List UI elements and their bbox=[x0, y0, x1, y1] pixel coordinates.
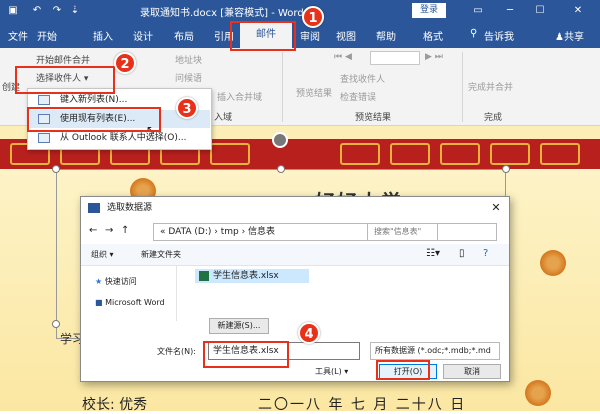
document-date: 二〇一八 年 七 月 二十八 日 bbox=[258, 397, 467, 413]
tab-home[interactable]: 开始 bbox=[37, 28, 57, 43]
tab-help[interactable]: 帮助 bbox=[376, 28, 396, 43]
resize-handle[interactable] bbox=[52, 320, 60, 328]
resize-handle[interactable] bbox=[502, 165, 510, 173]
flower-icon bbox=[540, 250, 566, 276]
finish-merge-button[interactable]: 完成并合并 bbox=[468, 80, 513, 93]
band-ornament bbox=[210, 143, 250, 165]
dialog-toolbar: 组织 ▾ 新建文件夹 ☷▾ ▯ ? bbox=[81, 244, 509, 266]
first-record-icon[interactable]: ⏮ ◀ bbox=[334, 52, 352, 62]
callout-badge: 4 bbox=[298, 322, 320, 344]
insert-merge-field-button[interactable]: 插入合并域 bbox=[217, 90, 262, 103]
highlight-select-recipients bbox=[15, 66, 115, 94]
window-title: 录取通知书.docx [兼容模式] - Word bbox=[140, 8, 304, 19]
band-ornament bbox=[340, 143, 380, 165]
address-path: « DATA (D:) › tmp › 信息表 bbox=[160, 227, 276, 237]
share-label: 共享 bbox=[563, 32, 584, 43]
resize-handle[interactable] bbox=[52, 165, 60, 173]
finish-group-label: 完成 bbox=[484, 113, 503, 123]
ribbon-options-icon[interactable]: ▭ bbox=[468, 3, 488, 19]
close-icon[interactable]: ✕ bbox=[568, 3, 588, 19]
menu-item-label: 从 Outlook 联系人中选择(O)... bbox=[60, 133, 187, 143]
redo-icon[interactable]: ↷ bbox=[50, 4, 64, 18]
organize-button[interactable]: 组织 ▾ bbox=[91, 249, 114, 260]
ribbon-tabs: 文件 开始 插入 设计 布局 引用 审阅 视图 帮助 格式 ⚲ 告诉我 ♟共享 bbox=[0, 22, 600, 48]
record-number-input[interactable] bbox=[370, 51, 420, 65]
next-record-icon[interactable]: ▶ ⏭ bbox=[425, 52, 443, 62]
forward-icon[interactable]: → bbox=[105, 225, 113, 236]
preview-results-button[interactable]: 预览结果 bbox=[296, 86, 332, 99]
dialog-title-bar: 选取数据源 ✕ bbox=[81, 197, 509, 219]
band-ornament bbox=[440, 143, 480, 165]
excel-icon bbox=[199, 271, 209, 281]
highlight-open-button bbox=[376, 360, 430, 380]
file-item[interactable]: 学生信息表.xlsx bbox=[195, 269, 309, 283]
up-icon[interactable]: ↑ bbox=[121, 225, 129, 236]
flower-icon bbox=[525, 380, 551, 406]
new-source-button[interactable]: 新建源(S)... bbox=[209, 318, 269, 334]
title-bar: ▣ ↶ ↷ ⇣ 录取通知书.docx [兼容模式] - Word 登录 ▭ ─ … bbox=[0, 0, 600, 22]
word-icon bbox=[88, 203, 100, 213]
close-icon[interactable]: ✕ bbox=[489, 201, 503, 215]
tab-design[interactable]: 设计 bbox=[133, 28, 153, 43]
filename-label: 文件名(N): bbox=[157, 347, 196, 356]
outlook-icon bbox=[38, 133, 50, 143]
tab-view[interactable]: 视图 bbox=[336, 28, 356, 43]
help-icon[interactable]: ? bbox=[483, 248, 488, 259]
greeting-line-button[interactable]: 问候语 bbox=[175, 71, 202, 84]
tell-me-search[interactable]: 告诉我 bbox=[484, 28, 514, 43]
dialog-title: 选取数据源 bbox=[107, 203, 153, 213]
view-options-icon[interactable]: ☷▾ bbox=[426, 248, 440, 259]
menu-item-label: 键入新列表(N)... bbox=[60, 95, 128, 105]
ribbon-separator bbox=[462, 52, 463, 122]
minimize-icon[interactable]: ─ bbox=[500, 3, 520, 19]
search-input[interactable]: 搜索"信息表" bbox=[367, 223, 497, 241]
login-button[interactable]: 登录 bbox=[412, 3, 446, 18]
resize-handle[interactable] bbox=[277, 165, 285, 173]
cancel-button[interactable]: 取消 bbox=[443, 364, 501, 379]
nav-item-quick-access[interactable]: ★ 快速访问 bbox=[95, 276, 137, 287]
tab-review[interactable]: 审阅 bbox=[300, 28, 320, 43]
rotate-handle-icon[interactable] bbox=[272, 132, 288, 148]
tab-layout[interactable]: 布局 bbox=[174, 28, 194, 43]
nav-label: Microsoft Word bbox=[105, 298, 165, 307]
new-folder-button[interactable]: 新建文件夹 bbox=[141, 249, 181, 260]
select-data-source-dialog: 选取数据源 ✕ ← → ↑ « DATA (D:) › tmp › 信息表 搜索… bbox=[80, 196, 510, 382]
maximize-icon[interactable]: ☐ bbox=[530, 3, 550, 19]
callout-badge: 2 bbox=[114, 52, 136, 74]
preview-group-label: 预览结果 bbox=[355, 113, 392, 123]
callout-badge: 1 bbox=[302, 6, 324, 28]
share-button[interactable]: ♟共享 bbox=[555, 28, 584, 43]
find-recipient-button[interactable]: 查找收件人 bbox=[340, 72, 385, 85]
highlight-mailings-tab bbox=[230, 21, 296, 51]
principal-signature: 校长: 优秀 bbox=[82, 397, 148, 413]
back-icon[interactable]: ← bbox=[89, 225, 97, 236]
band-ornament bbox=[540, 143, 580, 165]
preview-pane-icon[interactable]: ▯ bbox=[459, 248, 465, 259]
star-icon: ★ bbox=[95, 277, 103, 286]
check-errors-button[interactable]: 检查错误 bbox=[340, 90, 376, 103]
new-list-icon bbox=[38, 95, 50, 105]
highlight-use-existing-list bbox=[27, 107, 161, 132]
nav-label: 快速访问 bbox=[104, 277, 137, 286]
start-mail-merge-button[interactable]: 开始邮件合并 bbox=[36, 53, 90, 66]
navigation-pane: ★ 快速访问 ■ Microsoft Word bbox=[81, 266, 177, 321]
address-block-button[interactable]: 地址块 bbox=[175, 53, 202, 66]
customize-qat-icon[interactable]: ⇣ bbox=[68, 4, 82, 18]
band-ornament bbox=[390, 143, 430, 165]
tab-format[interactable]: 格式 bbox=[423, 28, 443, 43]
lightbulb-icon: ⚲ bbox=[470, 28, 478, 39]
callout-badge: 3 bbox=[176, 97, 198, 119]
ribbon-separator bbox=[282, 52, 283, 122]
save-icon[interactable]: ▣ bbox=[6, 4, 20, 18]
nav-item-word[interactable]: ■ Microsoft Word bbox=[95, 298, 165, 307]
tab-insert[interactable]: 插入 bbox=[93, 28, 113, 43]
tools-button[interactable]: 工具(L) ▾ bbox=[315, 364, 370, 379]
filetype-select[interactable]: 所有数据源 (*.odc;*.mdb;*.md bbox=[370, 342, 500, 360]
fields-group-label: 入域 bbox=[214, 113, 233, 123]
tab-file[interactable]: 文件 bbox=[8, 28, 28, 43]
undo-icon[interactable]: ↶ bbox=[30, 4, 44, 18]
word-icon: ■ bbox=[95, 298, 103, 307]
band-ornament bbox=[490, 143, 530, 165]
highlight-filename bbox=[203, 341, 289, 368]
